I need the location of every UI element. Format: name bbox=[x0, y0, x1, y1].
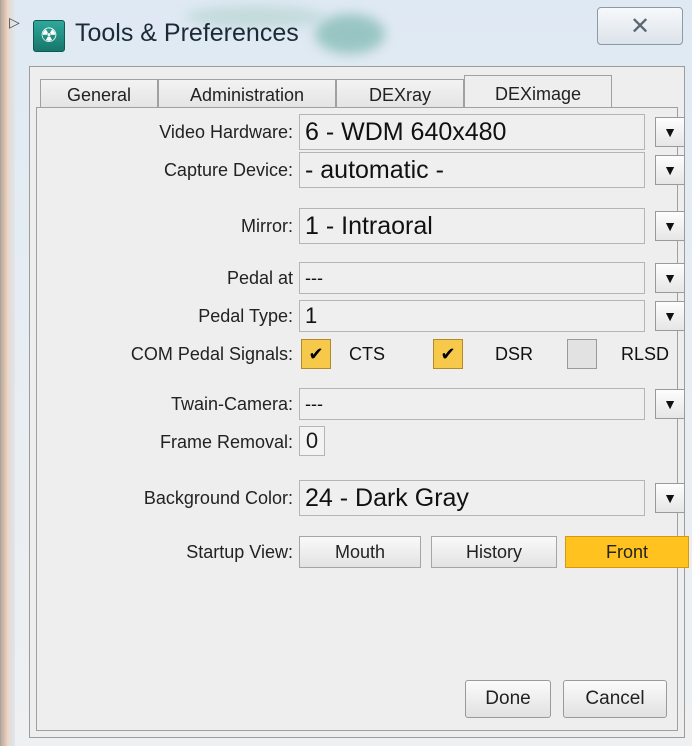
pedal-at-row: Pedal at --- ▼ bbox=[37, 262, 685, 294]
video-hardware-row: Video Hardware: 6 - WDM 640x480 ▼ bbox=[37, 114, 685, 150]
preferences-window: ▷ ☢ Tools & Preferences ✕ General Admini… bbox=[0, 0, 692, 746]
window-title: Tools & Preferences bbox=[75, 19, 299, 47]
video-hardware-label: Video Hardware: bbox=[159, 122, 293, 142]
title-glow-decoration bbox=[315, 14, 385, 54]
cts-checkbox[interactable]: ✔ bbox=[301, 339, 331, 369]
deximage-panel: Video Hardware: 6 - WDM 640x480 ▼ Captur… bbox=[36, 107, 689, 731]
mirror-dropdown-button[interactable]: ▼ bbox=[655, 211, 685, 241]
dialog-client-area: General Administration DEXray DEXimage V… bbox=[29, 66, 689, 738]
capture-device-select[interactable]: - automatic - bbox=[299, 152, 645, 188]
radiation-icon: ☢ bbox=[33, 20, 65, 52]
dsr-label: DSR bbox=[495, 344, 534, 364]
pedal-type-row: Pedal Type: 1 ▼ bbox=[37, 300, 685, 332]
pedal-at-select[interactable]: --- bbox=[299, 262, 645, 294]
rlsd-label: RLSD bbox=[621, 344, 670, 364]
pedal-at-dropdown-button[interactable]: ▼ bbox=[655, 263, 685, 293]
pedal-type-dropdown-button[interactable]: ▼ bbox=[655, 301, 685, 331]
startup-view-mouth-button[interactable]: Mouth bbox=[299, 536, 421, 568]
cts-label: CTS bbox=[349, 344, 385, 364]
capture-device-dropdown-button[interactable]: ▼ bbox=[655, 155, 685, 185]
done-button[interactable]: Done bbox=[465, 680, 551, 718]
com-pedal-signals-label: COM Pedal Signals: bbox=[130, 344, 293, 364]
frame-removal-label: Frame Removal: bbox=[159, 432, 293, 452]
startup-view-front-button[interactable]: Front bbox=[565, 536, 689, 568]
capture-device-row: Capture Device: - automatic - ▼ bbox=[37, 152, 685, 188]
background-color-row: Background Color: 24 - Dark Gray ▼ bbox=[37, 480, 685, 516]
startup-view-label: Startup View: bbox=[186, 542, 293, 562]
tab-label: General bbox=[66, 85, 132, 105]
frame-removal-row: Frame Removal: 0 bbox=[37, 426, 677, 458]
chevron-down-icon: ▼ bbox=[663, 162, 677, 178]
pedal-at-label: Pedal at bbox=[226, 268, 293, 288]
background-color-select[interactable]: 24 - Dark Gray bbox=[299, 480, 645, 516]
chevron-down-icon: ▼ bbox=[663, 308, 677, 324]
chevron-down-icon: ▼ bbox=[663, 124, 677, 140]
mirror-label: Mirror: bbox=[241, 216, 293, 236]
startup-view-history-button[interactable]: History bbox=[431, 536, 557, 568]
background-color-dropdown-button[interactable]: ▼ bbox=[655, 483, 685, 513]
pedal-type-label: Pedal Type: bbox=[198, 306, 293, 326]
startup-view-row: Startup View: Mouth History Front bbox=[37, 536, 689, 570]
pedal-type-select[interactable]: 1 bbox=[299, 300, 645, 332]
checkmark-icon: ✔ bbox=[440, 343, 456, 364]
chevron-down-icon: ▼ bbox=[663, 218, 677, 234]
com-pedal-signals-row: COM Pedal Signals: ✔ CTS ✔ DSR RLSD bbox=[37, 338, 677, 370]
title-bar[interactable]: ▷ ☢ Tools & Preferences ✕ bbox=[9, 0, 692, 64]
mirror-row: Mirror: 1 - Intraoral ▼ bbox=[37, 208, 685, 244]
twain-camera-row: Twain-Camera: --- ▼ bbox=[37, 388, 685, 420]
tab-label: Administration bbox=[189, 85, 305, 105]
tab-strip: General Administration DEXray DEXimage bbox=[40, 75, 612, 113]
cancel-button[interactable]: Cancel bbox=[563, 680, 667, 718]
background-color-label: Background Color: bbox=[143, 488, 293, 508]
video-hardware-dropdown-button[interactable]: ▼ bbox=[655, 117, 685, 147]
dsr-checkbox[interactable]: ✔ bbox=[433, 339, 463, 369]
chevron-down-icon: ▼ bbox=[663, 490, 677, 506]
checkmark-icon: ✔ bbox=[308, 343, 324, 364]
twain-camera-dropdown-button[interactable]: ▼ bbox=[655, 389, 685, 419]
resize-arrow-icon: ▷ bbox=[9, 14, 20, 30]
video-hardware-select[interactable]: 6 - WDM 640x480 bbox=[299, 114, 645, 150]
close-icon: ✕ bbox=[629, 12, 651, 40]
tab-label: DEXimage bbox=[494, 83, 582, 104]
rlsd-checkbox[interactable] bbox=[567, 339, 597, 369]
chevron-down-icon: ▼ bbox=[663, 396, 677, 412]
close-button[interactable]: ✕ bbox=[597, 7, 683, 45]
twain-camera-label: Twain-Camera: bbox=[170, 394, 293, 414]
chevron-down-icon: ▼ bbox=[663, 270, 677, 286]
tab-label: DEXray bbox=[368, 85, 431, 105]
capture-device-label: Capture Device: bbox=[163, 160, 293, 180]
window-left-edge bbox=[1, 0, 15, 746]
mirror-select[interactable]: 1 - Intraoral bbox=[299, 208, 645, 244]
frame-removal-input[interactable]: 0 bbox=[299, 426, 325, 456]
twain-camera-select[interactable]: --- bbox=[299, 388, 645, 420]
